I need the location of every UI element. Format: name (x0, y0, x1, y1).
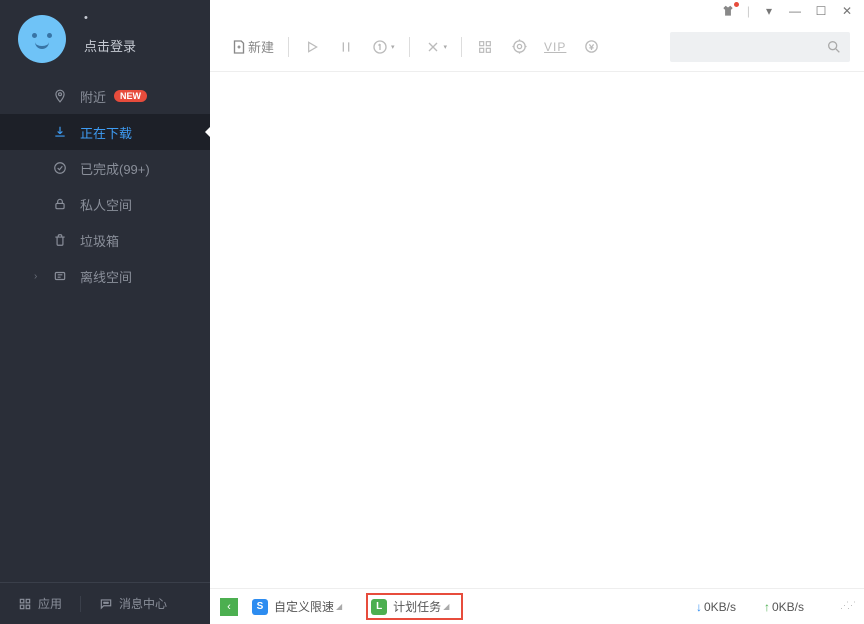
speed-limit-button[interactable]: S 自定义限速 ◢ (252, 598, 342, 615)
apps-label: 应用 (38, 595, 62, 612)
maximize-button[interactable]: ☐ (814, 4, 828, 18)
avatar[interactable] (18, 15, 66, 63)
corner-icon: ◢ (336, 602, 342, 611)
minimize-button[interactable]: — (788, 4, 802, 18)
speed-limit-icon: S (252, 599, 268, 615)
sidebar-item-label: 私人空间 (80, 195, 132, 214)
corner-icon: ◢ (443, 602, 449, 611)
lock-icon (52, 196, 68, 212)
profile-dot: • (84, 12, 136, 24)
circle-one-icon (371, 38, 389, 56)
arrow-up-icon: ↑ (764, 600, 770, 614)
profile-area[interactable]: • 点击登录 (0, 0, 210, 78)
scheduled-task-button[interactable]: L 计划任务 ◢ (371, 598, 449, 615)
coin-button[interactable] (576, 34, 606, 60)
speed-limit-label: 自定义限速 (274, 598, 334, 615)
play-button[interactable] (297, 34, 327, 60)
pause-button[interactable] (331, 34, 361, 60)
qrcode-button[interactable] (470, 34, 500, 60)
settings-button[interactable] (504, 34, 534, 60)
search-icon (826, 39, 842, 55)
chevron-down-icon: ▾ (444, 43, 448, 51)
speed-indicators: ↓0KB/s ↑0KB/s ⋰⋰ (696, 600, 854, 614)
new-badge: NEW (114, 90, 147, 102)
download-icon (52, 124, 68, 140)
sidebar-item-label: 已完成(99+) (80, 159, 150, 178)
location-icon (52, 88, 68, 104)
cloud-icon (52, 268, 68, 284)
sidebar-item-downloading[interactable]: 正在下载 (0, 114, 210, 150)
delete-button[interactable]: ▾ (418, 34, 454, 60)
login-link[interactable]: 点击登录 (84, 36, 136, 55)
main-area: | ▾ — ☐ ✕ 新建 ▾ ▾ VIP ‹ S 自定义限速 ◢ (210, 0, 864, 624)
check-circle-icon (52, 160, 68, 176)
schedule-icon: L (371, 599, 387, 615)
upload-speed: ↑0KB/s (764, 600, 804, 614)
divider (80, 596, 81, 612)
toolbar: 新建 ▾ ▾ VIP (210, 22, 864, 72)
menu-icon[interactable]: ▾ (762, 4, 776, 18)
chevron-down-icon: ▾ (391, 43, 395, 51)
sidebar-item-label: 垃圾箱 (80, 231, 119, 250)
new-label: 新建 (248, 37, 274, 56)
sidebar-item-label: 附近 (80, 87, 106, 106)
divider (409, 37, 410, 57)
sidebar-item-label: 正在下载 (80, 123, 132, 142)
sidebar-item-nearby[interactable]: 附近 NEW (0, 78, 210, 114)
resize-handle[interactable]: ⋰⋰ (840, 600, 854, 614)
content-area (210, 72, 864, 588)
divider (288, 37, 289, 57)
titlebar: | ▾ — ☐ ✕ (210, 0, 864, 22)
sidebar-item-offline[interactable]: › 离线空间 (0, 258, 210, 294)
chat-icon (99, 597, 113, 611)
coin-icon (582, 38, 600, 56)
download-speed: ↓0KB/s (696, 600, 736, 614)
gear-icon (510, 38, 528, 56)
qrcode-icon (476, 38, 494, 56)
search-input[interactable] (670, 32, 850, 62)
sidebar-item-completed[interactable]: 已完成(99+) (0, 150, 210, 186)
priority-button[interactable]: ▾ (365, 34, 401, 60)
grid-icon (18, 597, 32, 611)
sidebar-item-trash[interactable]: 垃圾箱 (0, 222, 210, 258)
trash-icon (52, 232, 68, 248)
divider (461, 37, 462, 57)
new-task-button[interactable]: 新建 (224, 33, 280, 60)
chevron-right-icon: › (34, 271, 37, 282)
arrow-down-icon: ↓ (696, 600, 702, 614)
nav-list: 附近 NEW 正在下载 已完成(99+) 私人空间 垃圾箱 › 离线空间 (0, 78, 210, 294)
apps-button[interactable]: 应用 (18, 595, 62, 612)
highlighted-area: L 计划任务 ◢ (366, 593, 463, 620)
sidebar: • 点击登录 附近 NEW 正在下载 已完成(99+) 私人空间 垃圾箱 › (0, 0, 210, 624)
vip-label: VIP (544, 40, 566, 54)
x-icon (424, 38, 442, 56)
skin-icon[interactable] (721, 4, 735, 18)
sidebar-item-label: 离线空间 (80, 267, 132, 286)
collapse-button[interactable]: ‹ (220, 598, 238, 616)
statusbar: ‹ S 自定义限速 ◢ L 计划任务 ◢ ↓0KB/s ↑0KB/s ⋰⋰ (210, 588, 864, 624)
messages-label: 消息中心 (119, 595, 167, 612)
play-icon (303, 38, 321, 56)
pause-icon (337, 38, 355, 56)
scheduled-label: 计划任务 (393, 598, 441, 615)
messages-button[interactable]: 消息中心 (99, 595, 167, 612)
plus-file-icon (230, 38, 248, 56)
sidebar-bottom: 应用 消息中心 (0, 582, 210, 624)
vip-button[interactable]: VIP (538, 36, 572, 58)
close-button[interactable]: ✕ (840, 4, 854, 18)
sidebar-item-private[interactable]: 私人空间 (0, 186, 210, 222)
